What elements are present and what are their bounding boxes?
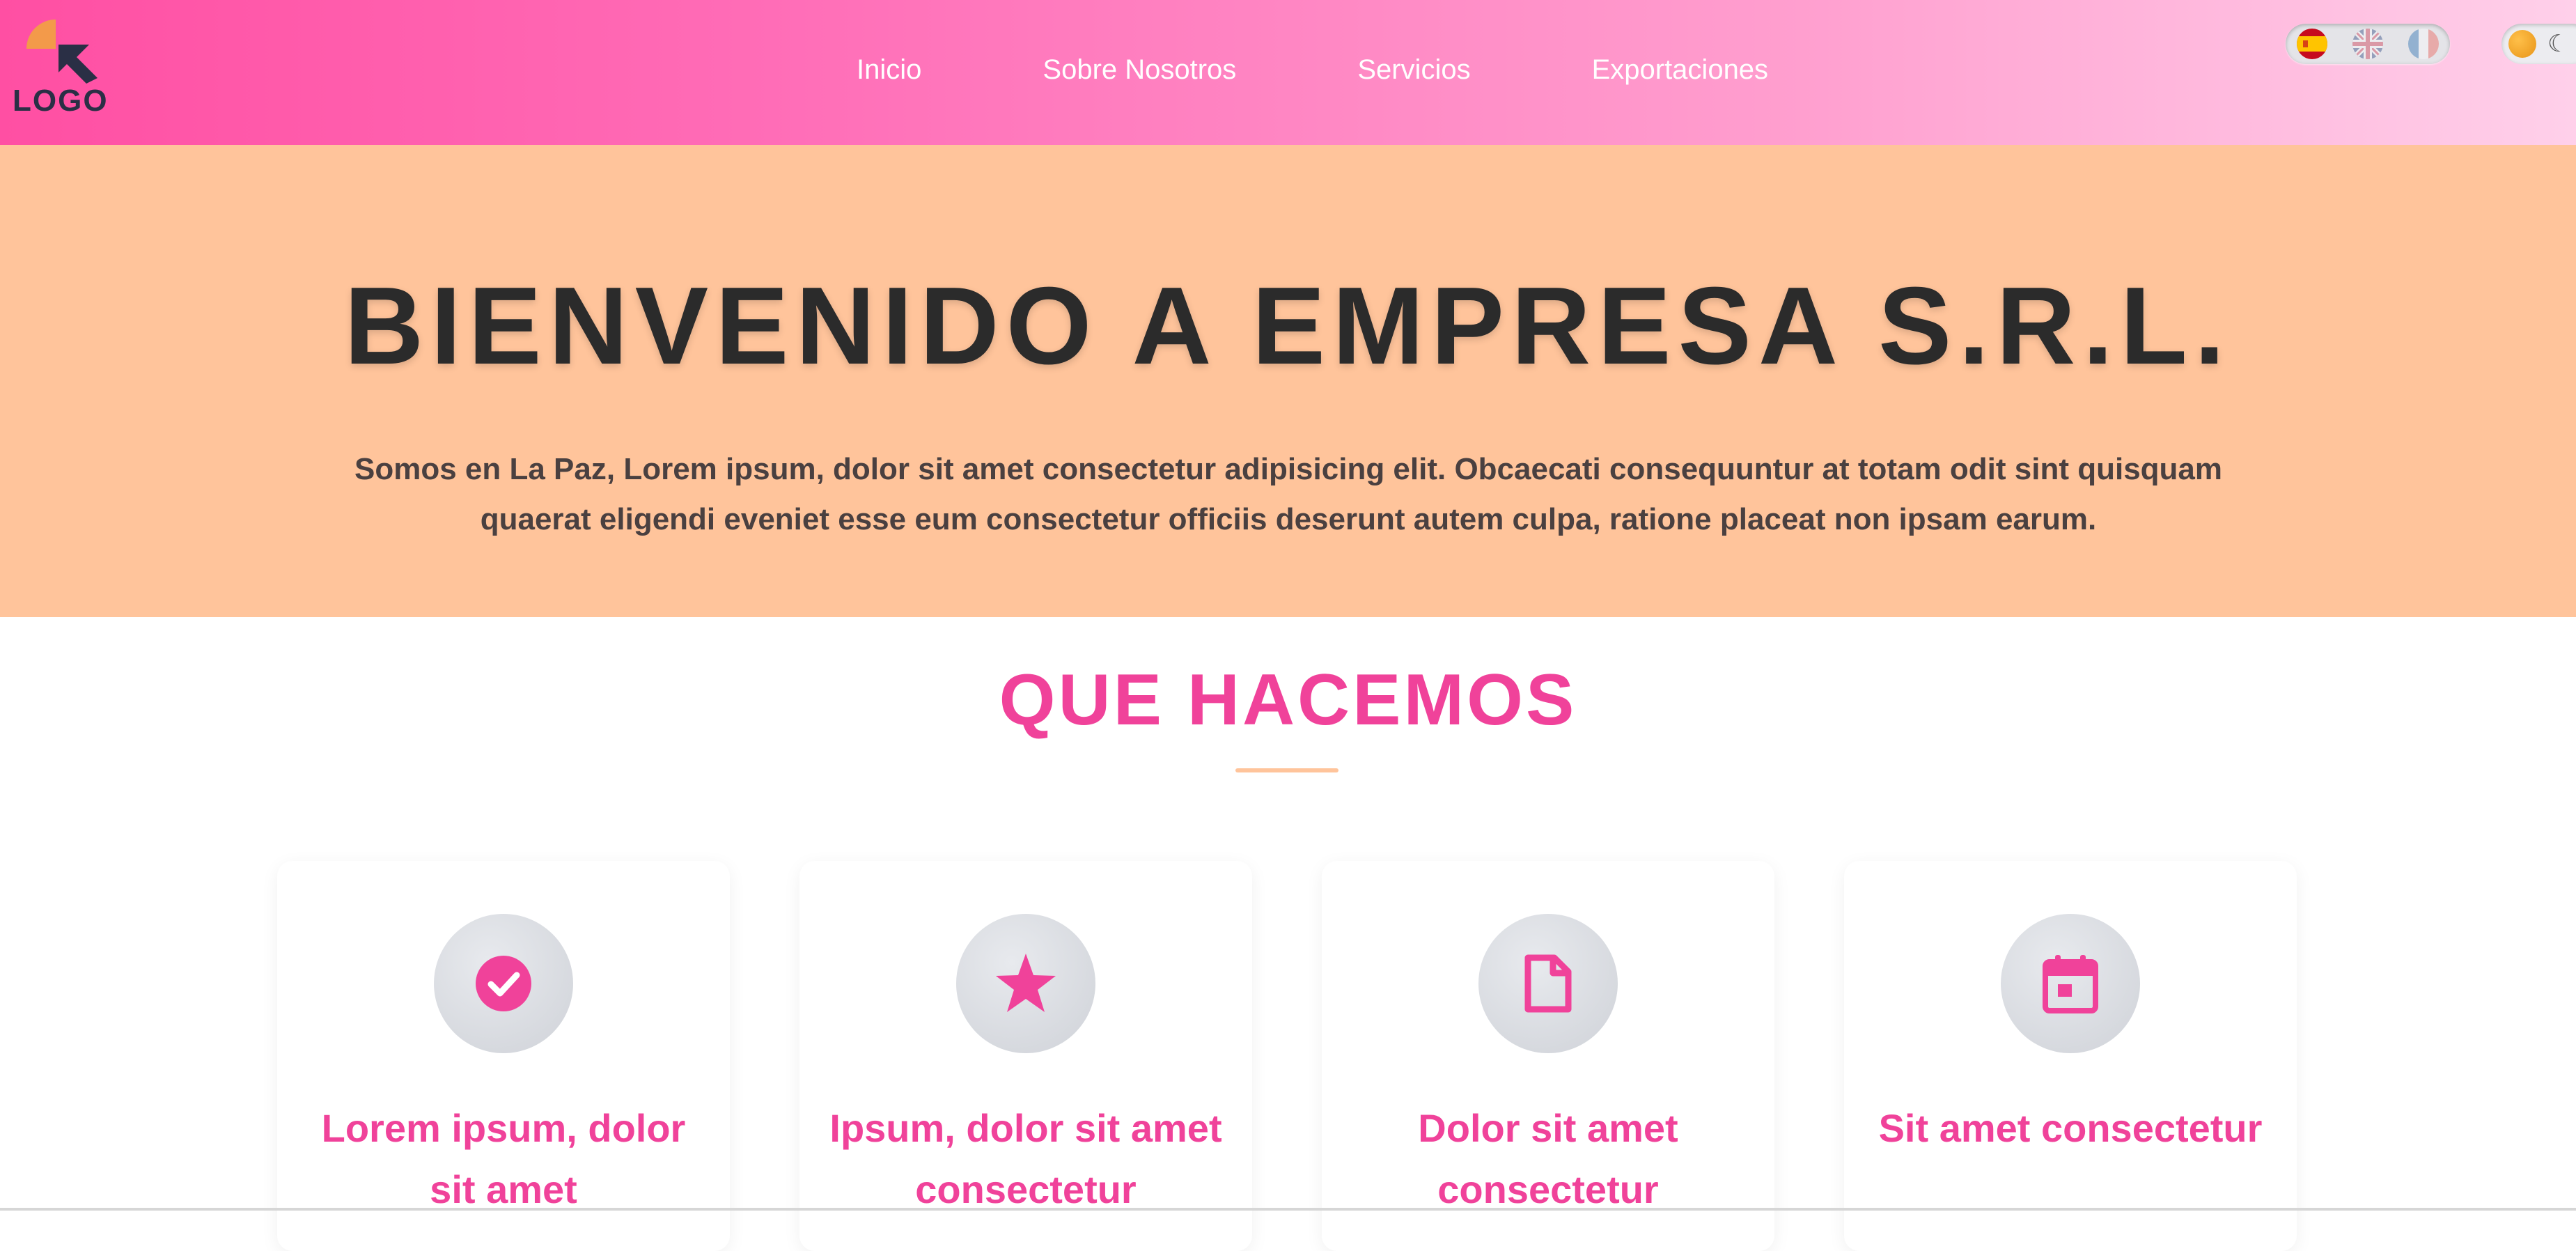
card-title: Lorem ipsum, dolor sit amet	[321, 1106, 686, 1211]
service-card[interactable]: Dolor sit amet consectetur	[1322, 861, 1774, 1251]
card-title: Dolor sit amet consectetur	[1418, 1106, 1678, 1211]
fr-flag-icon[interactable]	[2408, 29, 2439, 59]
theme-switch[interactable]: ☾	[2501, 24, 2576, 64]
service-card[interactable]: Lorem ipsum, dolor sit amet	[277, 861, 730, 1251]
hero-text: Somos en La Paz, Lorem ipsum, dolor sit …	[354, 452, 2223, 536]
hero-section: BIENVENIDO A EMPRESA S.R.L. Somos en La …	[0, 145, 2576, 617]
window-bottom-edge	[0, 1208, 2576, 1211]
moon-icon: ☾	[2547, 30, 2569, 58]
calendar-icon	[2001, 914, 2140, 1053]
card-title: Sit amet consectetur	[1878, 1106, 2263, 1150]
nav-inicio[interactable]: Inicio	[857, 49, 921, 91]
section-underline	[1235, 768, 1338, 772]
nav-sobre-nosotros[interactable]: Sobre Nosotros	[1043, 49, 1236, 91]
service-card[interactable]: Sit amet consectetur	[1844, 861, 2297, 1251]
card-title: Ipsum, dolor sit amet consectetur	[829, 1106, 1222, 1211]
check-circle-icon	[434, 914, 573, 1053]
star-icon	[956, 914, 1095, 1053]
es-flag-icon[interactable]	[2297, 29, 2327, 59]
gb-flag-icon[interactable]	[2352, 29, 2383, 59]
hero-title: BIENVENIDO A EMPRESA S.R.L.	[344, 265, 2232, 387]
nav-exportaciones[interactable]: Exportaciones	[1592, 49, 1768, 91]
service-card[interactable]: Ipsum, dolor sit amet consectetur	[799, 861, 1252, 1251]
main-nav: Inicio Sobre Nosotros Servicios Exportac…	[857, 49, 1768, 91]
site-header: LOGO Inicio Sobre Nosotros Servicios Exp…	[0, 0, 2576, 145]
document-icon	[1478, 914, 1618, 1053]
logo-icon	[26, 20, 97, 84]
section-title: QUE HACEMOS	[999, 660, 1577, 740]
logo[interactable]: LOGO	[13, 20, 110, 118]
logo-text: LOGO	[13, 84, 109, 118]
sun-icon	[2508, 30, 2536, 58]
nav-servicios[interactable]: Servicios	[1357, 49, 1470, 91]
language-switch[interactable]	[2286, 24, 2450, 64]
